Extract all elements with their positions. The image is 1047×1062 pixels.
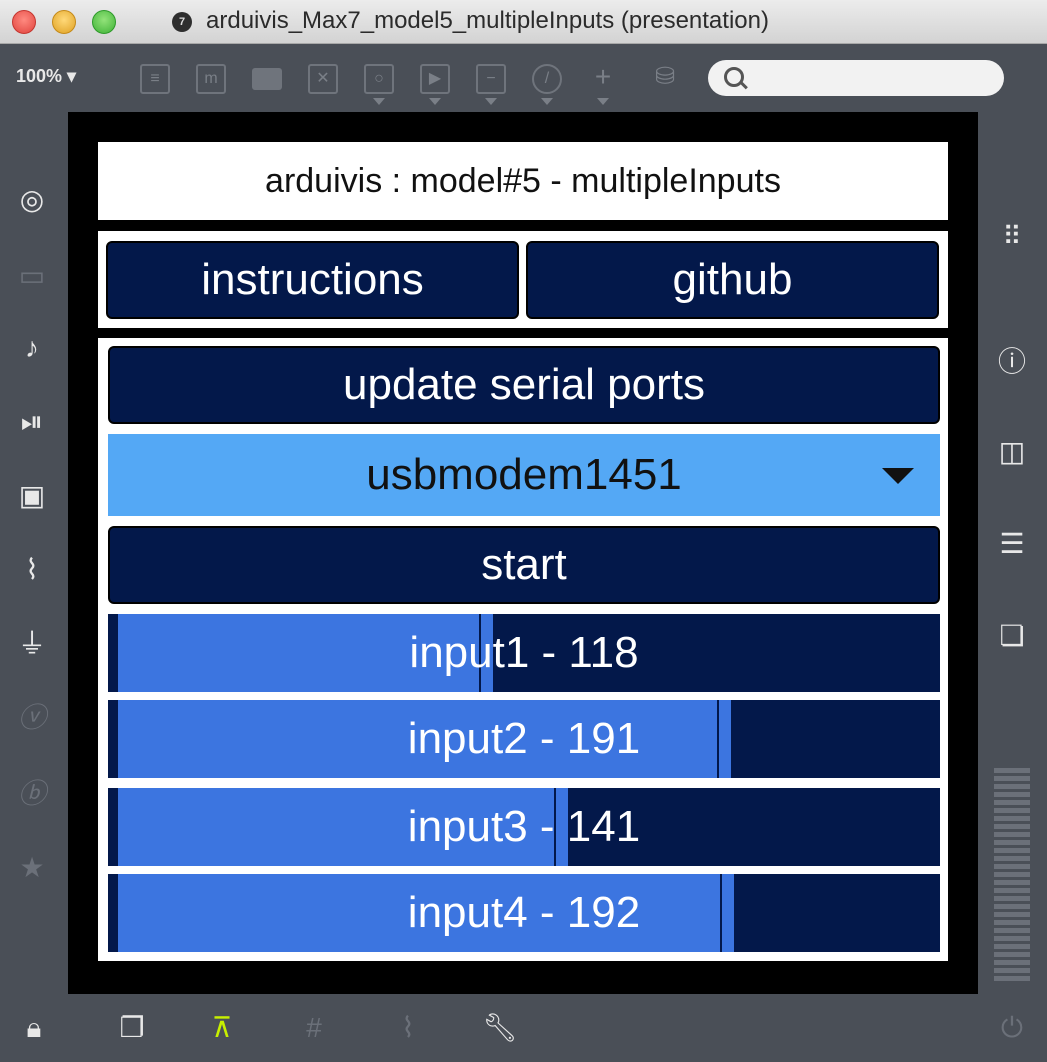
info-icon[interactable]: ⓘ — [994, 344, 1030, 380]
toggle-object-icon[interactable]: ✕ — [308, 64, 338, 94]
controls-panel: update serial ports usbmodem1451 start i… — [98, 338, 948, 961]
patch-title: arduivis : model#5 - multipleInputs — [265, 162, 781, 200]
slider-object-icon[interactable]: − — [476, 64, 506, 94]
star-icon[interactable]: ★ — [14, 850, 50, 886]
search-icon — [724, 67, 744, 87]
slider-label: input4 - 192 — [407, 888, 641, 937]
update-serial-ports-button[interactable]: update serial ports — [108, 346, 940, 424]
power-icon[interactable]: ⏻ — [994, 1010, 1030, 1046]
input1-slider[interactable]: input1 - 118 — [108, 614, 940, 692]
dropdown-arrow-icon[interactable] — [882, 468, 914, 484]
input3-slider[interactable]: input3 - 141 — [108, 788, 940, 866]
window-titlebar: 7 arduivis_Max7_model5_multipleInputs (p… — [0, 0, 1047, 44]
search-input[interactable] — [752, 64, 996, 94]
chevron-down-icon[interactable] — [597, 98, 609, 105]
wrench-icon[interactable]: 🔧︎ — [482, 1010, 518, 1046]
dial-object-icon[interactable]: / — [532, 64, 562, 94]
zoom-level[interactable]: 100% ▾ — [16, 66, 76, 87]
music-note-icon[interactable]: ♪ — [14, 330, 50, 366]
window-title: arduivis_Max7_model5_multipleInputs (pre… — [206, 7, 769, 34]
meter-icon — [994, 768, 1030, 982]
start-button[interactable]: start — [108, 526, 940, 604]
zoom-window-button[interactable] — [92, 10, 116, 34]
github-button[interactable]: github — [526, 241, 939, 319]
paint-bucket-icon[interactable]: ⛁ — [650, 64, 680, 94]
serial-port-dropdown[interactable]: usbmodem1451 — [108, 434, 940, 516]
windows-icon[interactable]: ❐ — [114, 1010, 150, 1046]
patch-canvas: arduivis : model#5 - multipleInputs inst… — [68, 112, 978, 994]
reference-book-icon[interactable]: ❏ — [994, 618, 1030, 654]
playback-object-icon[interactable]: ▶ — [420, 64, 450, 94]
search-field[interactable] — [708, 60, 1004, 96]
chevron-down-icon[interactable] — [541, 98, 553, 105]
links-panel: instructions github — [98, 231, 948, 328]
chevron-down-icon[interactable] — [429, 98, 441, 105]
presentation-window-icon[interactable]: ▭ — [14, 258, 50, 294]
slider-label: input2 - 191 — [407, 714, 641, 763]
patcher-object-icon[interactable]: ≡ — [140, 64, 170, 94]
minimize-window-button[interactable] — [52, 10, 76, 34]
chevron-down-icon[interactable] — [373, 98, 385, 105]
plus-icon[interactable]: + — [588, 63, 618, 94]
zoom-value: 100% — [16, 66, 63, 86]
slider-label: input1 - 118 — [409, 628, 639, 677]
list-icon[interactable]: ☰ — [994, 526, 1030, 562]
close-window-button[interactable] — [12, 10, 36, 34]
input4-slider[interactable]: input4 - 192 — [108, 874, 940, 952]
image-icon[interactable]: ▣ — [14, 478, 50, 514]
beap-icon[interactable]: ⓑ — [14, 776, 50, 812]
title-panel: arduivis : model#5 - multipleInputs — [98, 142, 948, 220]
grid-icon[interactable]: # — [296, 1010, 332, 1046]
instructions-button[interactable]: instructions — [106, 241, 519, 319]
grid-dots-icon[interactable]: ⠿ — [994, 218, 1030, 254]
serial-port-selected: usbmodem1451 — [366, 450, 682, 499]
target-icon[interactable]: ◎ — [14, 182, 50, 218]
message-object-icon[interactable]: m — [196, 64, 226, 94]
presentation-mode-icon[interactable]: ⊼ — [204, 1010, 240, 1046]
lock-icon[interactable]: 🔒︎ — [16, 1010, 52, 1046]
plug-icon[interactable]: ⏚ — [14, 626, 50, 662]
chevron-down-icon[interactable] — [485, 98, 497, 105]
paperclip-icon[interactable]: ⌇ — [14, 552, 50, 588]
comment-object-icon[interactable] — [252, 68, 282, 90]
vizzie-icon[interactable]: ⓥ — [14, 700, 50, 736]
book-icon[interactable]: ◫ — [994, 434, 1030, 470]
input2-slider[interactable]: input2 - 191 — [108, 700, 940, 778]
max-document-icon: 7 — [172, 12, 192, 32]
media-player-icon[interactable]: ⏯ — [14, 404, 50, 440]
add-attachment-icon[interactable]: ⌇ — [390, 1010, 426, 1046]
button-object-icon[interactable]: ○ — [364, 64, 394, 94]
slider-label: input3 - 141 — [407, 802, 641, 851]
